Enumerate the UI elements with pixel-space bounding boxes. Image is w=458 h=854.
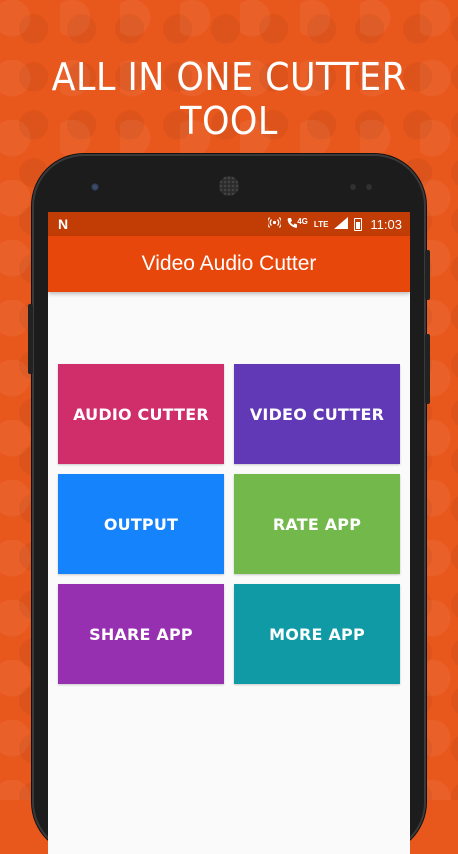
- signal-icon: [334, 216, 349, 232]
- network-4g-label: 4G: [297, 216, 308, 226]
- notification-n-icon: N: [58, 216, 69, 232]
- audio-cutter-button[interactable]: AUDIO CUTTER: [58, 364, 224, 464]
- app-title: Video Audio Cutter: [141, 252, 317, 275]
- phone-side-button: [28, 304, 33, 374]
- video-cutter-button[interactable]: VIDEO CUTTER: [234, 364, 400, 464]
- proximity-sensor: [350, 184, 356, 190]
- phone-frame: N 4G LTE 11:03 Video Audio Cutter AUDIO …: [28, 154, 430, 854]
- app-bar: Video Audio Cutter: [48, 236, 410, 292]
- status-time: 11:03: [370, 216, 402, 232]
- phone-screen: N 4G LTE 11:03 Video Audio Cutter AUDIO …: [48, 212, 410, 854]
- front-camera-icon: [90, 182, 100, 192]
- more-app-button[interactable]: MORE APP: [234, 584, 400, 684]
- phone-power-button: [425, 334, 430, 404]
- status-bar: N 4G LTE 11:03: [48, 212, 410, 236]
- output-button[interactable]: OUTPUT: [58, 474, 224, 574]
- rate-app-button[interactable]: RATE APP: [234, 474, 400, 574]
- light-sensor: [366, 184, 372, 190]
- battery-icon: [354, 217, 363, 231]
- share-app-button[interactable]: SHARE APP: [58, 584, 224, 684]
- promo-headline: ALL IN ONE CUTTER TOOL: [51, 55, 407, 143]
- status-icons: 4G LTE 11:03: [267, 216, 402, 232]
- earpiece-speaker: [219, 176, 239, 196]
- phone-volume-button: [425, 250, 430, 300]
- menu-grid: AUDIO CUTTER VIDEO CUTTER OUTPUT RATE AP…: [58, 364, 400, 684]
- hotspot-icon: [267, 216, 283, 232]
- network-lte-label: LTE: [313, 219, 329, 229]
- call-4g-icon: 4G: [287, 217, 308, 232]
